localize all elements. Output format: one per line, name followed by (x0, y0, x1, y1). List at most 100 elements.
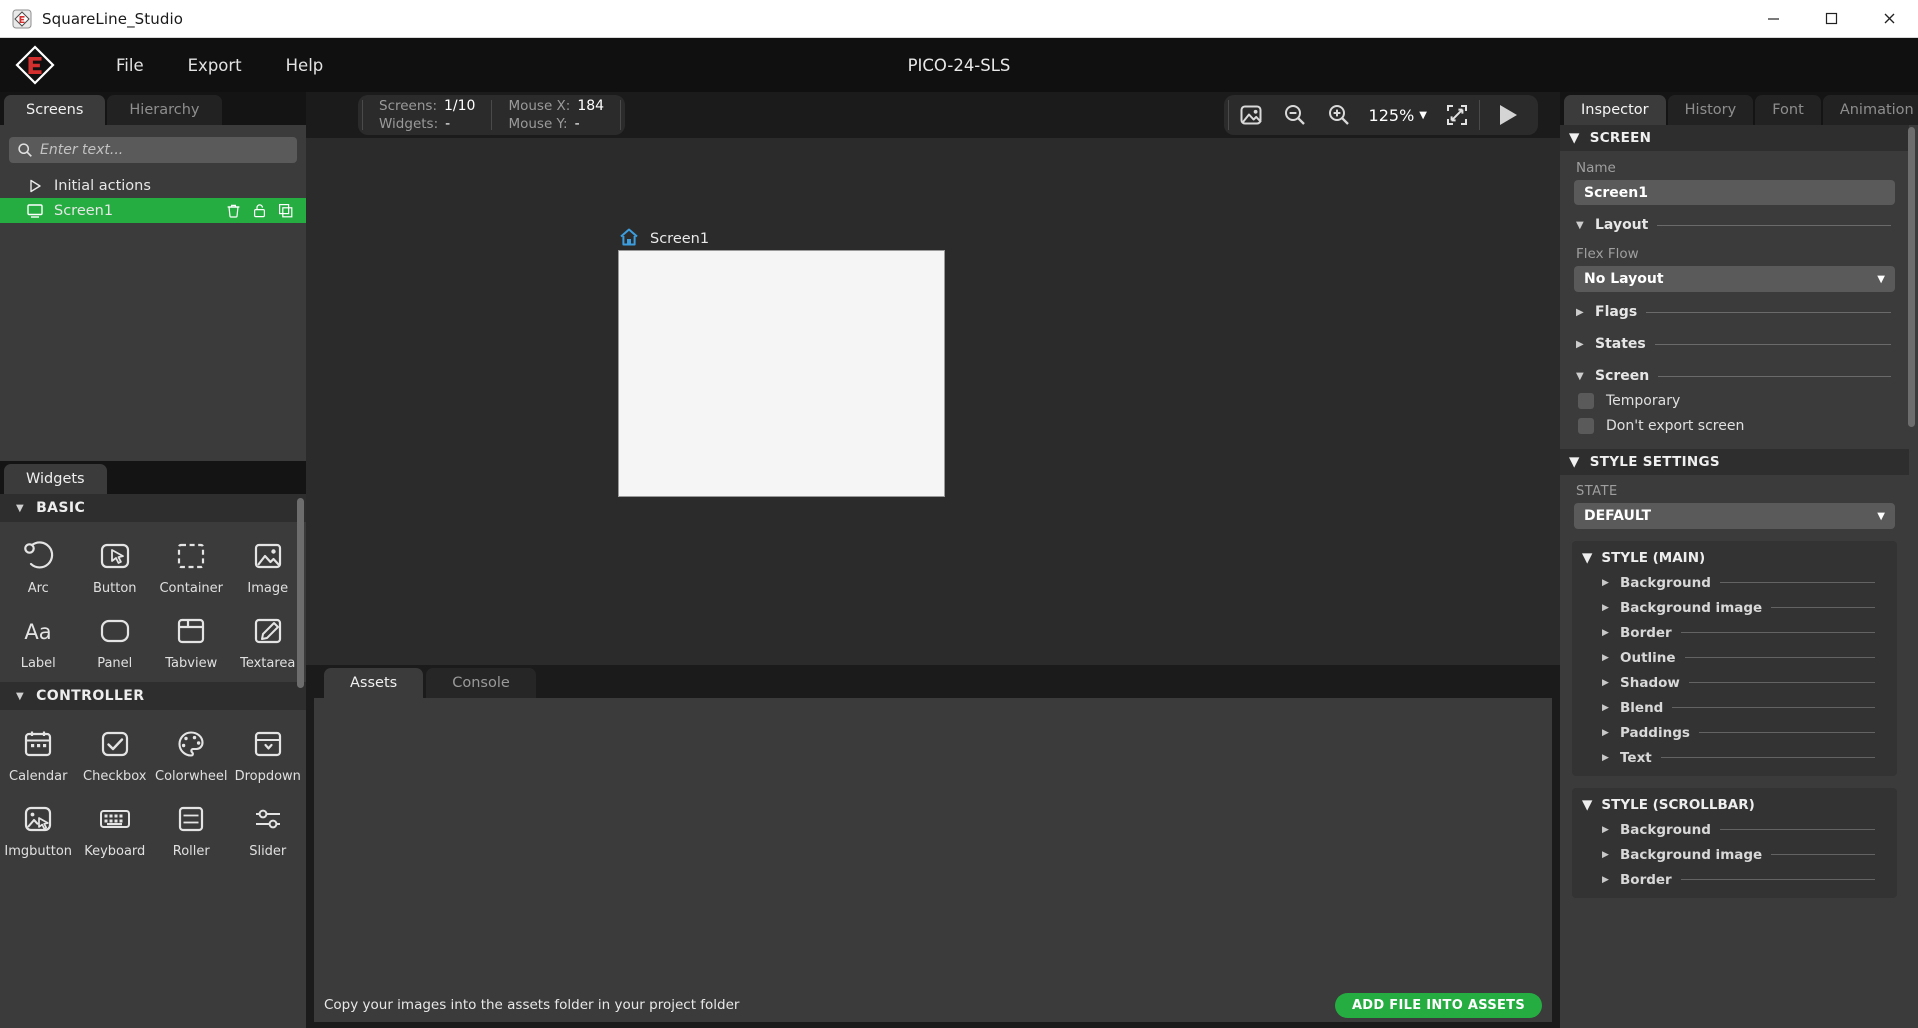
style-prop-label: Text (1620, 750, 1652, 766)
chevron-down-icon: ▼ (1576, 371, 1586, 382)
add-file-into-assets-button[interactable]: ADD FILE INTO ASSETS (1335, 993, 1542, 1018)
play-triangle-icon (26, 177, 44, 195)
style-main-header[interactable]: ▼ STYLE (MAIN) (1572, 541, 1897, 570)
zoom-in-icon[interactable] (1317, 95, 1361, 135)
chevron-down-icon: ▼ (1569, 454, 1580, 470)
style-scrollbar-card: ▼ STYLE (SCROLLBAR) ▶ Background ▶ Backg… (1572, 788, 1897, 898)
style-prop-border[interactable]: ▶ Border (1572, 620, 1897, 645)
zoom-level-dropdown[interactable]: 125% ▼ (1361, 106, 1435, 125)
style-prop-text[interactable]: ▶ Text (1572, 745, 1897, 770)
state-select[interactable]: DEFAULT ▼ (1574, 503, 1895, 529)
chevron-down-icon: ▼ (1582, 550, 1592, 566)
screens-panel: Initial actions Screen1 (0, 125, 306, 461)
style-prop-blend[interactable]: ▶ Blend (1572, 695, 1897, 720)
play-icon[interactable] (1480, 95, 1534, 135)
style-scrollbar-header[interactable]: ▼ STYLE (SCROLLBAR) (1572, 788, 1897, 817)
tab-widgets[interactable]: Widgets (4, 464, 107, 494)
widget-roller[interactable]: Roller (153, 791, 230, 866)
states-group-header[interactable]: ▶ States (1560, 332, 1909, 356)
search-input[interactable] (40, 142, 289, 158)
widget-tabview[interactable]: Tabview (153, 603, 230, 678)
tab-hierarchy[interactable]: Hierarchy (107, 95, 221, 125)
style-prop-label: Background (1620, 575, 1711, 591)
trash-icon[interactable] (225, 202, 242, 219)
widget-label: Button (93, 581, 137, 596)
screen-preview[interactable] (618, 250, 945, 497)
widget-imgbutton[interactable]: Imgbutton (0, 791, 77, 866)
screens-count-value: 1/10 (444, 98, 475, 114)
tree-item-screen1[interactable]: Screen1 (0, 198, 306, 223)
section-screen-header[interactable]: ▼ SCREEN (1560, 125, 1909, 151)
tab-font[interactable]: Font (1755, 95, 1821, 125)
inspector-scrollbar[interactable] (1908, 127, 1915, 427)
style-prop-paddings[interactable]: ▶ Paddings (1572, 720, 1897, 745)
menu-file[interactable]: File (94, 50, 166, 81)
style-prop-background[interactable]: ▶ Background (1572, 570, 1897, 595)
widget-keyboard[interactable]: Keyboard (77, 791, 154, 866)
keyboard-icon (96, 800, 134, 838)
fit-to-screen-icon[interactable] (1435, 95, 1479, 135)
tab-history[interactable]: History (1668, 95, 1754, 125)
tab-animation[interactable]: Animation (1823, 95, 1918, 125)
style-prop-label: Background image (1620, 847, 1762, 863)
widget-slider[interactable]: Slider (230, 791, 307, 866)
scrollbar-prop-background[interactable]: ▶ Background (1572, 817, 1897, 842)
checkbox-dont-export-screen[interactable] (1578, 418, 1594, 434)
search-icon (17, 142, 33, 158)
center-panel: Screens: 1/10 Widgets: - Mouse X: 184 (306, 92, 1560, 1028)
widget-label: Checkbox (83, 769, 147, 784)
flex-flow-select[interactable]: No Layout ▼ (1574, 266, 1895, 292)
screen-group-header[interactable]: ▼ Screen (1560, 364, 1909, 388)
style-prop-shadow[interactable]: ▶ Shadow (1572, 670, 1897, 695)
widget-panel[interactable]: Panel (77, 603, 154, 678)
flags-group-header[interactable]: ▶ Flags (1560, 300, 1909, 324)
scrollbar-prop-background-image[interactable]: ▶ Background image (1572, 842, 1897, 867)
divider (620, 100, 621, 130)
menu-export[interactable]: Export (166, 50, 264, 81)
layout-group-header[interactable]: ▼ Layout (1560, 213, 1909, 237)
flex-flow-value: No Layout (1584, 271, 1877, 287)
widget-label: Panel (97, 656, 132, 671)
widgets-scrollbar[interactable] (297, 498, 304, 688)
style-scrollbar-title: STYLE (SCROLLBAR) (1601, 797, 1754, 813)
tree-item-initial-actions[interactable]: Initial actions (0, 173, 306, 198)
widget-container[interactable]: Container (153, 528, 230, 603)
widget-label-w[interactable]: Aa Label (0, 603, 77, 678)
chevron-right-icon: ▶ (1602, 653, 1611, 663)
tab-inspector[interactable]: Inspector (1564, 95, 1666, 125)
zoom-out-icon[interactable] (1273, 95, 1317, 135)
name-field-input[interactable]: Screen1 (1574, 180, 1895, 205)
widget-image[interactable]: Image (230, 528, 307, 603)
unlock-icon[interactable] (251, 202, 268, 219)
minimize-button[interactable] (1744, 0, 1802, 38)
tab-assets[interactable]: Assets (324, 668, 423, 698)
assets-content-area[interactable] (314, 698, 1552, 988)
style-prop-outline[interactable]: ▶ Outline (1572, 645, 1897, 670)
widget-colorwheel[interactable]: Colorwheel (153, 716, 230, 791)
widget-button[interactable]: Button (77, 528, 154, 603)
close-button[interactable] (1860, 0, 1918, 38)
tab-screens[interactable]: Screens (4, 95, 105, 125)
widget-category-controller[interactable]: ▼ CONTROLLER (0, 682, 306, 710)
widget-dropdown[interactable]: Dropdown (230, 716, 307, 791)
screenshot-image-icon[interactable] (1229, 95, 1273, 135)
tab-console[interactable]: Console (426, 668, 536, 698)
style-prop-background-image[interactable]: ▶ Background image (1572, 595, 1897, 620)
checkbox-row-temporary[interactable]: Temporary (1560, 388, 1909, 413)
textarea-pencil-icon (249, 612, 287, 650)
section-style-settings-header[interactable]: ▼ STYLE SETTINGS (1560, 449, 1909, 475)
widget-checkbox[interactable]: Checkbox (77, 716, 154, 791)
copy-icon[interactable] (277, 202, 294, 219)
widgets-panel: ▼ BASIC Arc Button (0, 494, 306, 1028)
scrollbar-prop-border[interactable]: ▶ Border (1572, 867, 1897, 892)
checkbox-temporary[interactable] (1578, 393, 1594, 409)
screens-search-box[interactable] (9, 137, 297, 163)
menu-help[interactable]: Help (264, 50, 346, 81)
widget-calendar[interactable]: Calendar (0, 716, 77, 791)
widget-arc[interactable]: Arc (0, 528, 77, 603)
checkbox-row-dont-export[interactable]: Don't export screen (1560, 413, 1909, 438)
widget-category-basic[interactable]: ▼ BASIC (0, 494, 306, 522)
maximize-button[interactable] (1802, 0, 1860, 38)
design-canvas[interactable]: Screen1 (306, 138, 1560, 665)
widget-textarea[interactable]: Textarea (230, 603, 307, 678)
